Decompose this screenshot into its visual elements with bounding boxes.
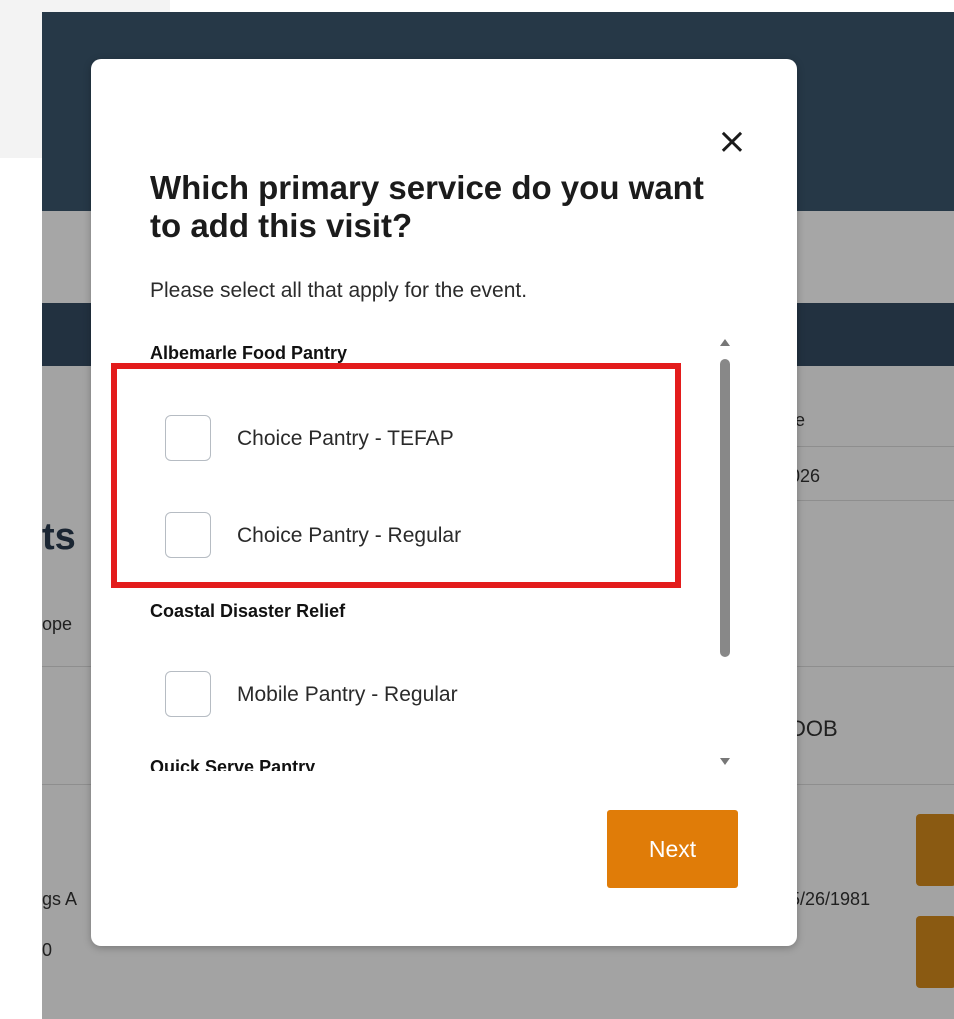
service-list[interactable]: Albemarle Food Pantry Choice Pantry - TE… (91, 335, 707, 771)
row-number-fragment: 0 (42, 940, 53, 960)
group-label-quick-serve: Quick Serve Pantry (150, 757, 316, 771)
list-scrollbar[interactable] (712, 335, 740, 769)
checkbox[interactable] (165, 415, 211, 461)
page-title-fragment: ts (42, 516, 76, 558)
checkbox[interactable] (165, 512, 211, 558)
option-choice-pantry-tefap[interactable]: Choice Pantry - TEFAP (165, 415, 665, 465)
group-label-coastal: Coastal Disaster Relief (150, 601, 346, 621)
scroll-thumb[interactable] (720, 359, 730, 657)
checkbox[interactable] (165, 671, 211, 717)
row-action-button[interactable] (916, 916, 954, 988)
option-mobile-pantry-regular[interactable]: Mobile Pantry - Regular (165, 671, 665, 721)
option-label: Choice Pantry - TEFAP (237, 427, 454, 450)
dialog-subtitle: Please select all that apply for the eve… (150, 279, 528, 302)
option-choice-pantry-regular[interactable]: Choice Pantry - Regular (165, 512, 665, 562)
close-icon[interactable]: × (715, 124, 749, 160)
scroll-down-arrow-icon[interactable] (720, 758, 730, 765)
dialog-title: Which primary service do you want to add… (150, 169, 704, 244)
page-subtitle-fragment: ope (42, 614, 73, 634)
scroll-up-arrow-icon[interactable] (720, 339, 730, 346)
group-label-albemarle: Albemarle Food Pantry (150, 343, 348, 363)
row-action-button[interactable] (916, 814, 954, 886)
dob-value: 5/26/1981 (790, 889, 871, 909)
option-label: Mobile Pantry - Regular (237, 683, 458, 706)
divider (782, 500, 954, 501)
option-label: Choice Pantry - Regular (237, 524, 462, 547)
dob-header-fragment: DOB (790, 716, 838, 741)
row-text-fragment: gs A (42, 889, 78, 909)
divider (782, 446, 954, 447)
service-select-dialog: × Which primary service do you want to a… (91, 59, 797, 946)
next-button[interactable]: Next (607, 810, 738, 888)
